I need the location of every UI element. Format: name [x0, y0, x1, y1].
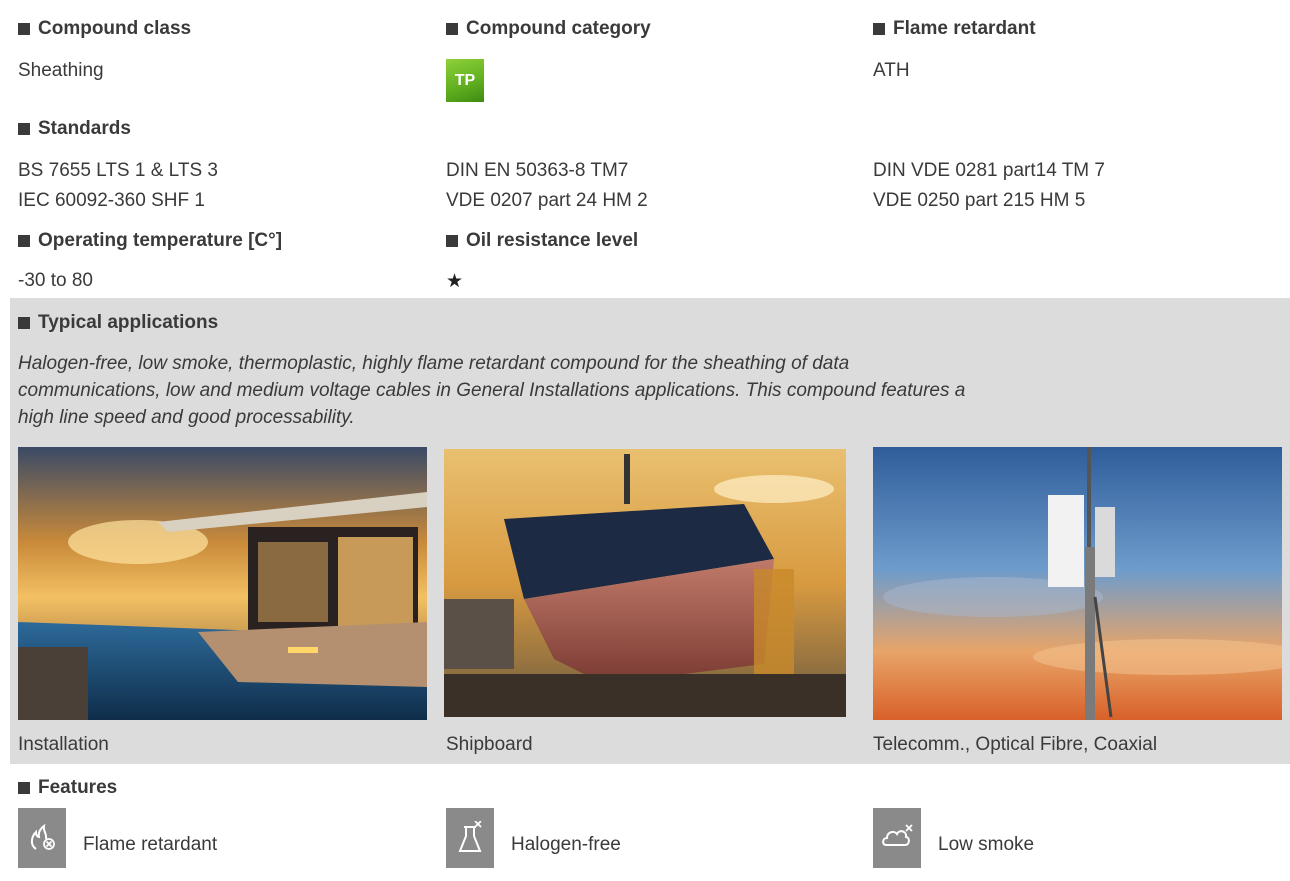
feature-label: Halogen-free	[511, 834, 621, 855]
compound-class-value: Sheathing	[18, 60, 104, 81]
standard-item: IEC 60092-360 SHF 1	[18, 190, 205, 211]
typical-applications-heading-text: Typical applications	[38, 312, 219, 333]
bullet-square-icon	[18, 23, 30, 35]
description-line: Halogen-free, low smoke, thermoplastic, …	[18, 353, 850, 374]
standards-heading: Standards	[18, 118, 131, 140]
flame-retardant-value: ATH	[873, 60, 910, 81]
standard-item: BS 7655 LTS 1 & LTS 3	[18, 160, 218, 181]
datasheet-page: Compound class Sheathing Compound catego…	[0, 0, 1290, 881]
description-line: communications, low and medium voltage c…	[18, 380, 966, 401]
bullet-square-icon	[18, 782, 30, 794]
bullet-square-icon	[18, 235, 30, 247]
compound-category-heading-text: Compound category	[466, 18, 651, 39]
typical-applications-description: Halogen-free, low smoke, thermoplastic, …	[18, 350, 1278, 431]
operating-temperature-value: -30 to 80	[18, 270, 93, 291]
flame-retardant-heading: Flame retardant	[873, 18, 1036, 40]
bullet-square-icon	[18, 317, 30, 329]
properties-band	[10, 0, 1290, 298]
features-band	[10, 764, 1290, 881]
oil-resistance-heading-text: Oil resistance level	[466, 230, 639, 251]
compound-class-heading-text: Compound class	[38, 18, 192, 39]
application-caption: Installation	[18, 734, 109, 755]
telecom-photo	[873, 447, 1282, 720]
features-heading-text: Features	[38, 777, 118, 798]
operating-temperature-heading-text: Operating temperature [C°]	[38, 230, 283, 251]
standard-item: VDE 0250 part 215 HM 5	[873, 190, 1086, 211]
operating-temperature-heading: Operating temperature [C°]	[18, 230, 282, 252]
bullet-square-icon	[873, 23, 885, 35]
application-caption: Telecomm., Optical Fibre, Coaxial	[873, 734, 1158, 755]
features-heading: Features	[18, 777, 117, 799]
feature-label: Low smoke	[938, 834, 1035, 855]
oil-resistance-heading: Oil resistance level	[446, 230, 638, 252]
feature-label: Flame retardant	[83, 834, 218, 855]
standards-heading-text: Standards	[38, 118, 131, 139]
installation-photo	[18, 447, 427, 720]
bullet-square-icon	[18, 123, 30, 135]
application-caption: Shipboard	[446, 734, 533, 755]
bullet-square-icon	[446, 23, 458, 35]
standard-item: DIN EN 50363-8 TM7	[446, 160, 629, 181]
cloud-cross-icon	[873, 808, 921, 868]
compound-class-heading: Compound class	[18, 18, 191, 40]
flame-cross-icon	[18, 808, 66, 868]
flame-retardant-heading-text: Flame retardant	[893, 18, 1036, 39]
tp-category-badge: TP	[446, 59, 484, 102]
standard-item: DIN VDE 0281 part14 TM 7	[873, 160, 1105, 181]
description-line: high line speed and good processability.	[18, 407, 355, 428]
flask-cross-icon	[446, 808, 494, 868]
typical-applications-heading: Typical applications	[18, 312, 218, 334]
oil-resistance-star-icon: ★	[446, 271, 464, 292]
standard-item: VDE 0207 part 24 HM 2	[446, 190, 648, 211]
bullet-square-icon	[446, 235, 458, 247]
compound-category-heading: Compound category	[446, 18, 651, 40]
shipboard-photo	[444, 449, 846, 717]
